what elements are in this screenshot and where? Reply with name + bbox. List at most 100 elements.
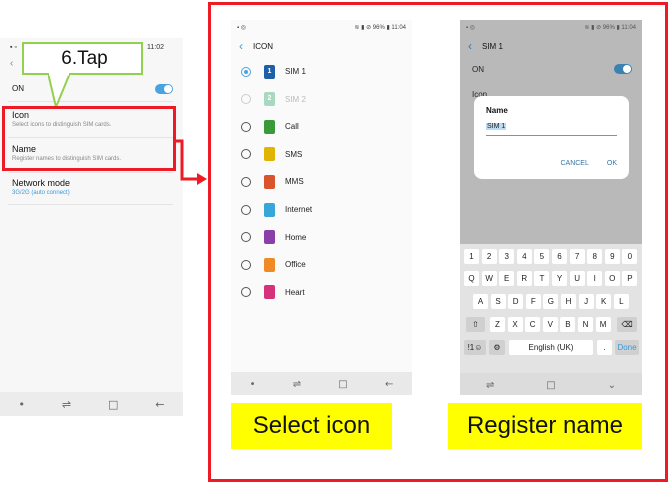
key-a[interactable]: A	[473, 294, 488, 309]
icon-option-sms[interactable]: SMS	[231, 141, 412, 168]
key-i[interactable]: I	[587, 271, 603, 286]
key-0[interactable]: 0	[622, 249, 638, 264]
name-screen: ▪ ◎ ≋ ▮ ⊘ 96% ▮ 11:04 ‹ SIM 1 ON Icon Na…	[460, 20, 642, 395]
icon-option-internet[interactable]: Internet	[231, 196, 412, 223]
home-icon[interactable]: □	[546, 380, 555, 391]
key-y[interactable]: Y	[552, 271, 567, 286]
key-8[interactable]: 8	[587, 249, 603, 264]
status-time: 11:04	[391, 24, 406, 31]
caption-select-icon: Select icon	[231, 403, 392, 449]
key-9[interactable]: 9	[604, 249, 620, 264]
radio-button[interactable]	[241, 66, 251, 77]
sim-home-icon	[264, 230, 275, 245]
key-s[interactable]: S	[490, 294, 506, 309]
key-l[interactable]: L	[613, 294, 629, 309]
callout-pointer	[48, 73, 72, 109]
key-g[interactable]: G	[543, 294, 559, 309]
key-x[interactable]: X	[507, 317, 523, 332]
icon-option-sim-1[interactable]: 1 SIM 1	[231, 58, 412, 85]
key-q[interactable]: Q	[464, 271, 479, 286]
key-m[interactable]: M	[595, 317, 611, 332]
sim-toggle[interactable]	[155, 84, 173, 94]
radio-button[interactable]	[241, 259, 251, 270]
period-key[interactable]: .	[597, 340, 612, 355]
home-icon[interactable]: □	[108, 398, 118, 411]
name-input-value: SIM 1	[486, 123, 507, 130]
hide-keyboard-icon[interactable]: ⌄	[608, 380, 616, 391]
signal-icons: ≋ ▮ ⊘	[584, 24, 603, 31]
status-icons: ▪ ▫	[10, 44, 17, 51]
shift-key[interactable]: ⇧	[466, 317, 485, 332]
key-z[interactable]: Z	[490, 317, 505, 332]
key-b[interactable]: B	[560, 317, 576, 332]
radio-button[interactable]	[241, 204, 251, 215]
radio-button[interactable]	[241, 287, 251, 298]
radio-button[interactable]	[241, 94, 251, 105]
ok-button[interactable]: OK	[607, 160, 617, 167]
back-icon[interactable]: ‹	[239, 39, 243, 53]
key-4[interactable]: 4	[516, 249, 532, 264]
backspace-key[interactable]: ⌫	[617, 317, 637, 332]
key-h[interactable]: H	[561, 294, 576, 309]
radio-button[interactable]	[241, 121, 251, 132]
key-5[interactable]: 5	[534, 249, 550, 264]
page-title: SIM 1	[482, 41, 503, 51]
sim-toggle[interactable]	[614, 64, 632, 74]
page-title: ICON	[253, 41, 273, 51]
key-o[interactable]: O	[604, 271, 620, 286]
dot-icon[interactable]: •	[250, 379, 256, 390]
key-v[interactable]: V	[542, 317, 558, 332]
network-mode-item[interactable]: Network mode 3G/2G (auto connect)	[0, 178, 183, 196]
key-e[interactable]: E	[499, 271, 515, 286]
icon-option-heart[interactable]: Heart	[231, 279, 412, 306]
icon-option-label: SMS	[285, 149, 303, 159]
key-t[interactable]: T	[534, 271, 550, 286]
icon-option-sim-2[interactable]: 2 SIM 2	[231, 86, 412, 113]
settings-key[interactable]: ⚙	[489, 340, 505, 355]
icon-option-home[interactable]: Home	[231, 224, 412, 251]
key-3[interactable]: 3	[499, 249, 515, 264]
space-key[interactable]: English (UK)	[509, 340, 593, 355]
icon-option-label: Home	[285, 232, 307, 242]
icon-option-office[interactable]: Office	[231, 251, 412, 278]
back-icon[interactable]: ‹	[468, 39, 472, 53]
back-nav-icon[interactable]: ←	[385, 379, 393, 390]
battery-level: 96%	[602, 24, 615, 31]
key-7[interactable]: 7	[569, 249, 585, 264]
name-dialog: Name SIM 1 CANCEL OK	[474, 96, 629, 179]
key-p[interactable]: P	[622, 271, 638, 286]
caption-register-name: Register name	[448, 403, 642, 449]
icon-option-mms[interactable]: MMS	[231, 168, 412, 195]
key-n[interactable]: N	[578, 317, 593, 332]
back-nav-icon[interactable]: ←	[155, 398, 164, 411]
cancel-button[interactable]: CANCEL	[560, 160, 588, 167]
key-1[interactable]: 1	[464, 249, 479, 264]
dot-icon[interactable]: •	[18, 398, 25, 411]
radio-button[interactable]	[241, 149, 251, 160]
icon-screen: ▪ ◎ ≋ ▮ ⊘ 96% ▮ 11:04 ‹ ICON 1 SIM 1 2 SIM …	[231, 20, 412, 395]
key-c[interactable]: C	[525, 317, 541, 332]
recent-apps-icon[interactable]: ⇌	[62, 398, 71, 411]
key-2[interactable]: 2	[481, 249, 497, 264]
key-w[interactable]: W	[481, 271, 497, 286]
key-k[interactable]: K	[596, 294, 612, 309]
battery-level: 96%	[372, 24, 385, 31]
key-u[interactable]: U	[569, 271, 585, 286]
radio-button[interactable]	[241, 176, 251, 187]
key-f[interactable]: F	[525, 294, 541, 309]
back-icon[interactable]: ‹	[10, 58, 13, 69]
network-mode-value: 3G/2G (auto connect)	[12, 190, 70, 196]
key-6[interactable]: 6	[552, 249, 567, 264]
key-r[interactable]: R	[516, 271, 532, 286]
recent-apps-icon[interactable]: ⇌	[486, 380, 494, 391]
done-key[interactable]: Done	[615, 340, 639, 355]
symbols-key[interactable]: !1☺	[464, 340, 486, 355]
recent-apps-icon[interactable]: ⇌	[293, 379, 301, 390]
icon-option-call[interactable]: Call	[231, 113, 412, 140]
name-input[interactable]: SIM 1	[486, 123, 617, 136]
key-j[interactable]: J	[578, 294, 594, 309]
radio-button[interactable]	[241, 232, 251, 243]
key-d[interactable]: D	[508, 294, 524, 309]
icon-option-label: MMS	[285, 177, 304, 187]
home-icon[interactable]: □	[338, 379, 347, 390]
